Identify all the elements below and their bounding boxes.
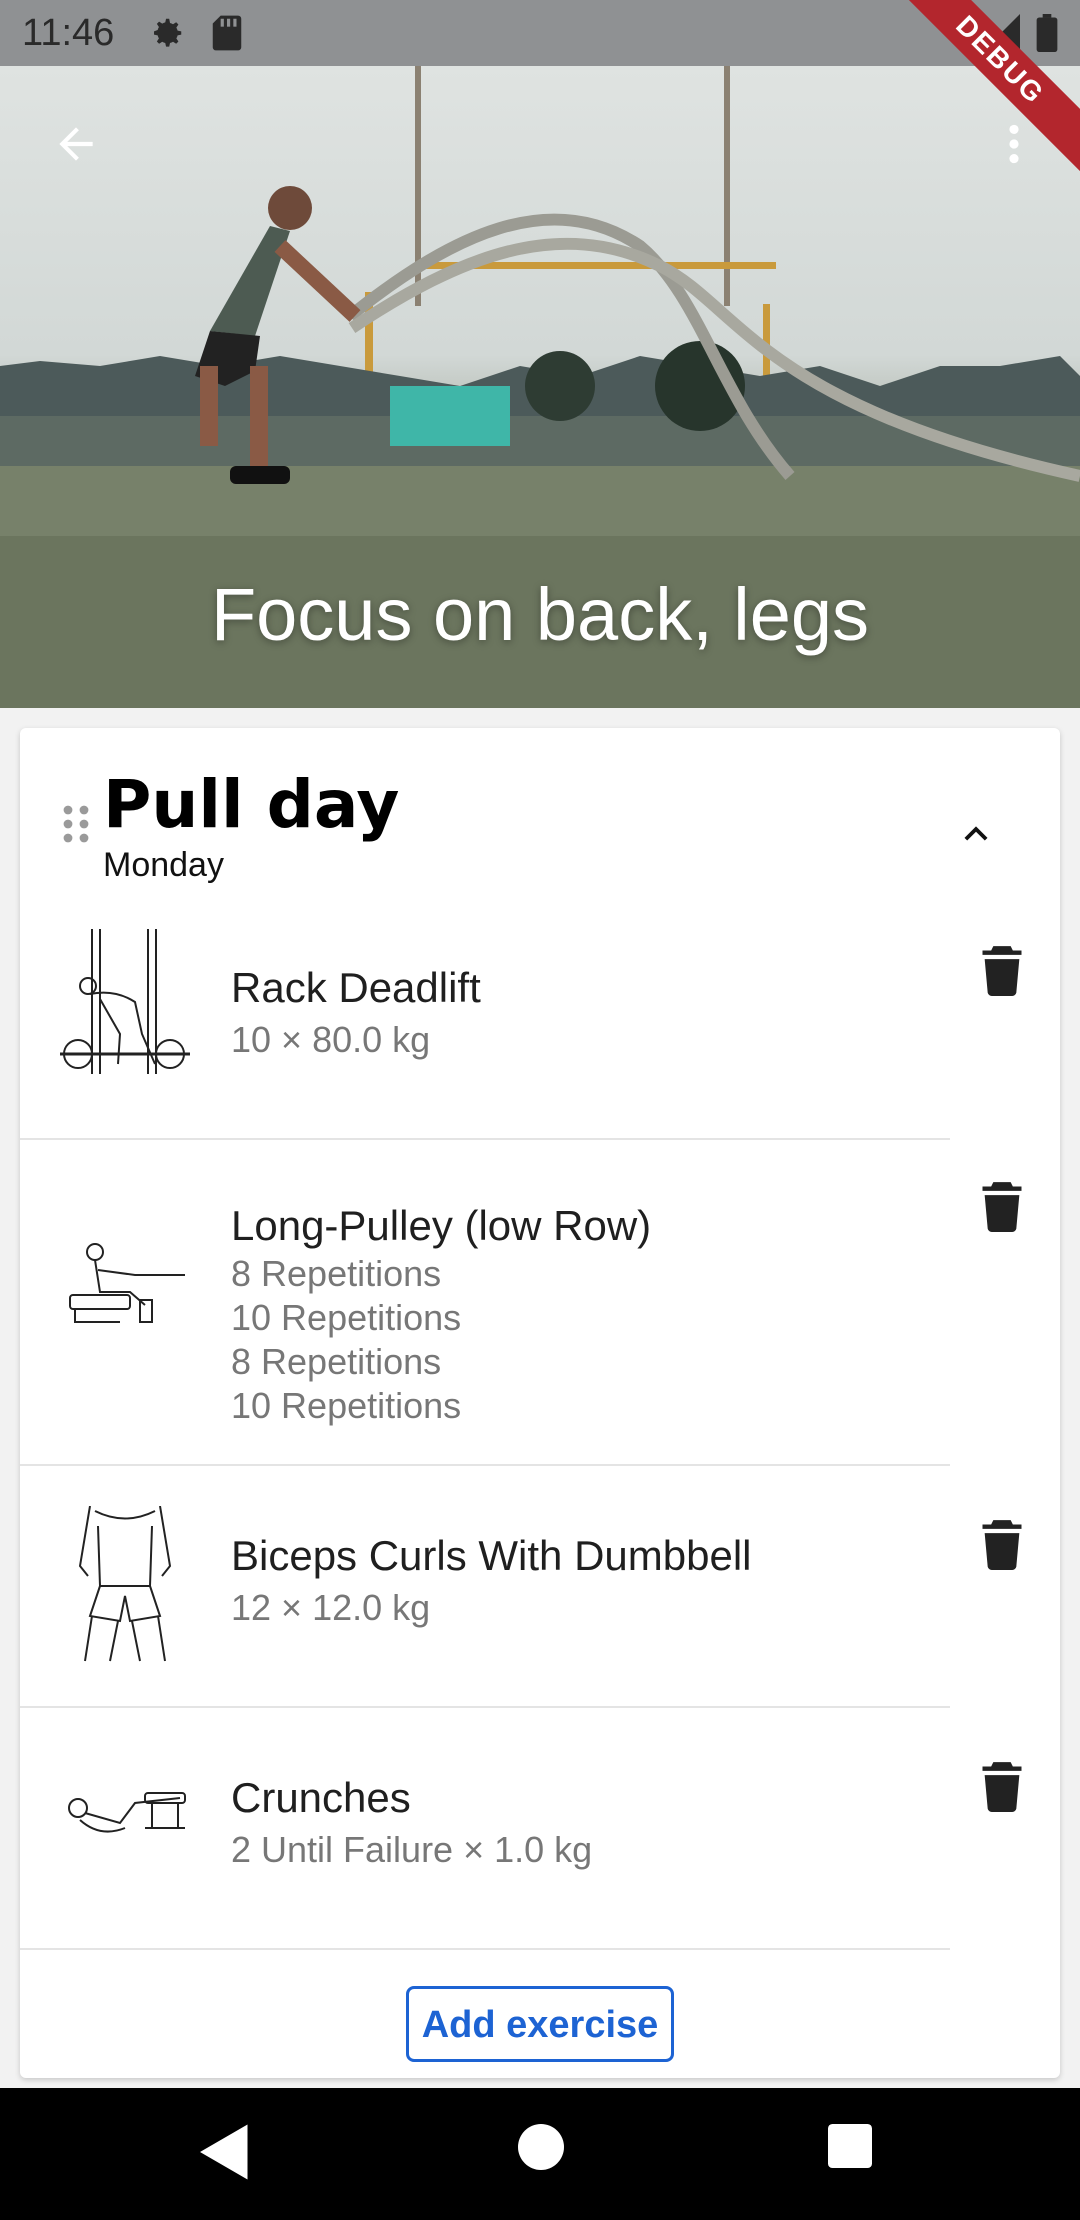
day-subtitle: Monday — [103, 846, 224, 884]
exercise-name: Biceps Curls With Dumbbell — [231, 1532, 752, 1579]
exercise-detail: 8 Repetitions — [231, 1341, 442, 1382]
day-title: Pull day — [103, 766, 400, 843]
battery-icon — [1036, 14, 1058, 57]
square-recents-icon — [828, 2124, 872, 2168]
exercise-row[interactable]: Crunches 2 Until Failure × 1.0 kg — [20, 1708, 1060, 1950]
exercise-detail: 8 Repetitions — [231, 1253, 442, 1294]
exercise-row[interactable]: Biceps Curls With Dumbbell 12 × 12.0 kg — [20, 1466, 1060, 1708]
add-exercise-button[interactable]: Add exercise — [406, 1986, 674, 2062]
day-card: Pull day Monday Rack Deadlift 10 × 80.0 … — [20, 728, 1060, 2078]
circle-home-icon — [518, 2124, 564, 2170]
exercise-name: Rack Deadlift — [231, 964, 481, 1011]
system-nav-bar — [0, 2088, 1080, 2220]
biceps-curl-thumbnail — [60, 1505, 190, 1671]
day-card-header: Pull day Monday — [20, 728, 1060, 918]
delete-exercise-button[interactable] — [980, 1518, 1028, 1574]
trash-icon — [982, 1520, 1022, 1571]
nav-back-button[interactable] — [200, 2124, 250, 2185]
delete-exercise-button[interactable] — [980, 944, 1028, 1000]
more-vert-icon — [1009, 124, 1019, 164]
gear-icon — [148, 14, 186, 57]
status-time: 11:46 — [22, 12, 115, 54]
collapse-button[interactable] — [940, 798, 1012, 870]
hero-image: Focus on back, legs — [0, 66, 1080, 708]
exercise-detail: 2 Until Failure × 1.0 kg — [231, 1829, 593, 1870]
crunches-thumbnail — [60, 1768, 190, 1853]
exercise-name: Crunches — [231, 1774, 411, 1821]
trash-icon — [982, 1182, 1022, 1233]
back-button[interactable] — [40, 108, 112, 180]
exercise-row[interactable]: Long-Pulley (low Row) 8 Repetitions 10 R… — [20, 1140, 1060, 1466]
nav-recents-button[interactable] — [828, 2124, 872, 2173]
exercise-detail: 10 Repetitions — [231, 1385, 462, 1426]
rack-deadlift-thumbnail — [60, 924, 190, 1089]
nav-home-button[interactable] — [518, 2124, 564, 2175]
chevron-up-icon — [964, 826, 988, 841]
delete-exercise-button[interactable] — [980, 1180, 1028, 1236]
exercise-detail: 12 × 12.0 kg — [231, 1587, 431, 1628]
exercise-detail: 10 × 80.0 kg — [231, 1019, 431, 1060]
sd-card-icon — [210, 14, 244, 57]
arrow-left-icon — [59, 127, 93, 161]
delete-exercise-button[interactable] — [980, 1760, 1028, 1816]
exercise-name: Long-Pulley (low Row) — [231, 1202, 652, 1249]
trash-icon — [982, 1762, 1022, 1813]
drag-handle-icon[interactable] — [62, 804, 90, 849]
long-pulley-thumbnail — [60, 1230, 190, 1335]
triangle-back-icon — [200, 2124, 248, 2180]
row-divider — [20, 1948, 950, 1950]
exercise-row[interactable]: Rack Deadlift 10 × 80.0 kg — [20, 918, 1060, 1140]
hero-title: Focus on back, legs — [210, 573, 870, 656]
exercise-detail: 10 Repetitions — [231, 1297, 462, 1338]
trash-icon — [982, 946, 1022, 997]
